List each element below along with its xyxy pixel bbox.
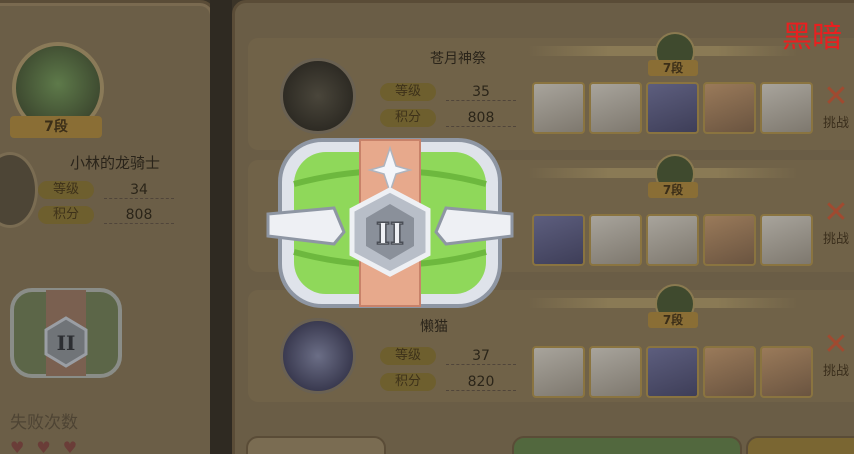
rank-text: 7段 — [648, 312, 698, 328]
bottom-right-button[interactable] — [746, 436, 854, 454]
opponent-team — [532, 82, 813, 134]
small-chest-icon: II — [10, 288, 122, 378]
hero-portrait — [760, 214, 813, 266]
opponent-rank-badge: 7段 — [648, 32, 698, 76]
opponent-3-name: 懒猫 — [420, 319, 448, 335]
level-value: 34 — [104, 182, 174, 199]
opponent-level-row: 等级 35 — [380, 82, 516, 102]
hero-portrait — [703, 214, 756, 266]
level-label: 等级 — [380, 347, 436, 365]
level-label: 等级 — [38, 181, 94, 199]
challenge-label: 挑战 — [822, 232, 849, 247]
level-label: 等级 — [380, 83, 436, 101]
hero-portrait — [532, 346, 585, 398]
challenge-button[interactable]: ✕ 挑战 — [816, 82, 854, 132]
hero-portrait — [646, 214, 699, 266]
hero-portrait — [532, 82, 585, 134]
opponent-avatar — [280, 58, 356, 134]
hero-portrait — [760, 82, 813, 134]
chest-tier: II — [376, 217, 404, 252]
points-label: 积分 — [38, 206, 94, 224]
player-name: 小林的龙骑士 — [69, 154, 160, 172]
level-value: 37 — [446, 348, 516, 365]
hero-portrait — [532, 214, 585, 266]
panel-divider — [210, 0, 232, 454]
opponent-points-row: 积分 808 — [380, 108, 516, 128]
opponent-team — [532, 214, 813, 266]
challenge-label: 挑战 — [822, 364, 849, 379]
challenge-button[interactable]: ✕ 挑战 — [816, 198, 854, 248]
game-screen: 7段 小林的龙骑士 等级 34 积分 808 II 失败次数 ♥♥♥ 苍月神祭 … — [0, 0, 854, 454]
bottom-mid-button[interactable] — [512, 436, 742, 454]
crossed-swords-icon: ✕ — [823, 327, 849, 362]
crossed-swords-icon: ✕ — [823, 195, 849, 230]
fail-hearts: ♥♥♥ — [10, 438, 90, 454]
points-value: 808 — [104, 207, 174, 224]
player-level-row: 等级 34 — [38, 180, 174, 200]
svg-text:II: II — [57, 331, 76, 355]
points-value: 808 — [446, 110, 516, 127]
points-value: 820 — [446, 374, 516, 391]
points-label: 积分 — [380, 109, 436, 127]
hero-portrait — [646, 346, 699, 398]
hero-portrait — [703, 346, 756, 398]
rank-text: 7段 — [648, 60, 698, 76]
hero-portrait — [589, 82, 642, 134]
hero-portrait — [703, 82, 756, 134]
opponent-team — [532, 346, 813, 398]
crossed-swords-icon: ✕ — [823, 79, 849, 114]
opponent-avatar — [280, 318, 356, 394]
opponent-points-row: 积分 820 — [380, 372, 516, 392]
overlay-caption: 黑暗 — [782, 20, 842, 55]
player-points-row: 积分 808 — [38, 205, 174, 225]
challenge-label: 挑战 — [822, 116, 849, 131]
challenge-button[interactable]: ✕ 挑战 — [816, 330, 854, 380]
hero-portrait — [646, 82, 699, 134]
level-value: 35 — [446, 84, 516, 101]
hero-portrait — [760, 346, 813, 398]
reward-chest-icon[interactable]: II — [264, 132, 516, 310]
points-label: 积分 — [380, 373, 436, 391]
hero-portrait — [589, 214, 642, 266]
opponent-rank-badge: 7段 — [648, 284, 698, 328]
hero-portrait — [589, 346, 642, 398]
opponent-rank-badge: 7段 — [648, 154, 698, 198]
bottom-left-button[interactable] — [246, 436, 386, 454]
opponent-name: 苍月神祭 — [430, 51, 486, 67]
opponent-level-row: 等级 37 — [380, 346, 516, 366]
fail-count-label: 失败次数 — [10, 413, 78, 433]
rank-text: 7段 — [648, 182, 698, 198]
player-rank-badge: 7段 — [10, 116, 102, 138]
